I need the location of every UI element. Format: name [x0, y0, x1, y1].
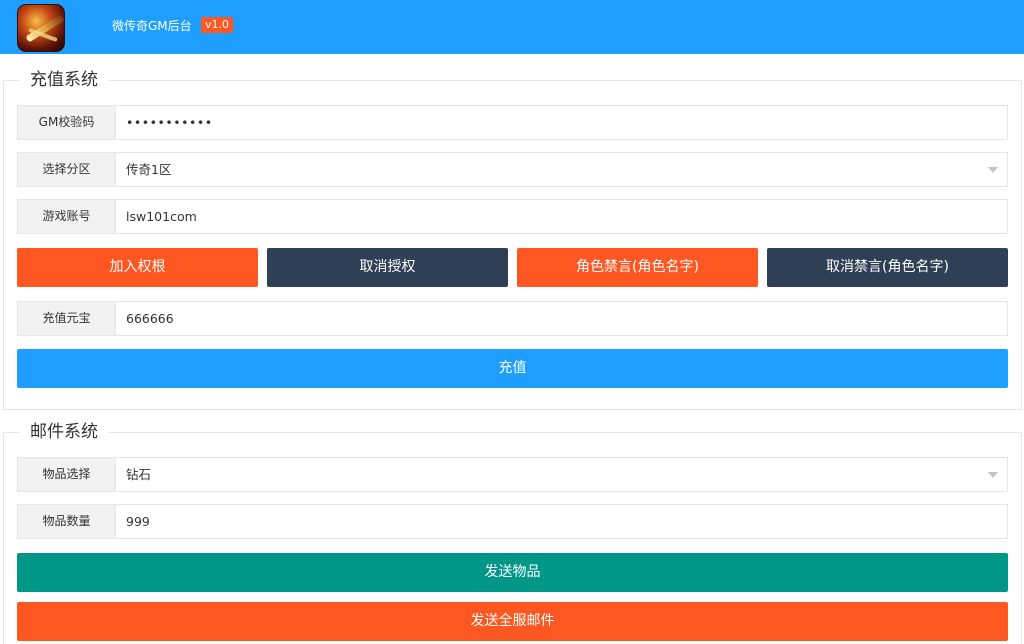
item-label: 物品选择: [18, 458, 116, 491]
cancel-permission-button[interactable]: 取消授权: [267, 248, 508, 287]
amount-input[interactable]: 666666: [126, 302, 174, 335]
ban-chat-button[interactable]: 角色禁言(角色名字): [517, 248, 758, 287]
game-logo-icon: [17, 4, 65, 52]
quantity-field: 物品数量 999: [17, 504, 1008, 539]
amount-label: 充值元宝: [18, 302, 116, 335]
gm-code-label: GM校验码: [18, 106, 116, 139]
version-badge: v1.0: [201, 17, 234, 33]
item-selected-value[interactable]: 钻石: [126, 458, 151, 491]
mail-legend: 邮件系统: [20, 421, 108, 443]
chevron-down-icon[interactable]: [988, 167, 998, 173]
gm-code-field: GM校验码 •••••••••••: [17, 105, 1008, 140]
quantity-input[interactable]: 999: [126, 505, 150, 538]
amount-field: 充值元宝 666666: [17, 301, 1008, 336]
send-item-button[interactable]: 发送物品: [17, 553, 1008, 592]
recharge-button[interactable]: 充值: [17, 349, 1008, 388]
send-all-mail-button[interactable]: 发送全服邮件: [17, 602, 1008, 641]
account-input[interactable]: lsw101com: [126, 200, 197, 233]
chevron-down-icon[interactable]: [988, 472, 998, 478]
header-bar: 微传奇GM后台 v1.0: [0, 0, 1024, 54]
zone-select[interactable]: 选择分区 传奇1区: [17, 152, 1008, 187]
add-permission-button[interactable]: 加入权根: [17, 248, 258, 287]
recharge-legend: 充值系统: [20, 69, 108, 91]
app-title: 微传奇GM后台: [112, 19, 192, 33]
zone-selected-value[interactable]: 传奇1区: [126, 153, 171, 186]
unban-chat-button[interactable]: 取消禁言(角色名字): [767, 248, 1008, 287]
account-label: 游戏账号: [18, 200, 116, 233]
account-field: 游戏账号 lsw101com: [17, 199, 1008, 234]
zone-label: 选择分区: [18, 153, 116, 186]
item-select[interactable]: 物品选择 钻石: [17, 457, 1008, 492]
gm-code-input[interactable]: •••••••••••: [126, 106, 213, 139]
quantity-label: 物品数量: [18, 505, 116, 538]
